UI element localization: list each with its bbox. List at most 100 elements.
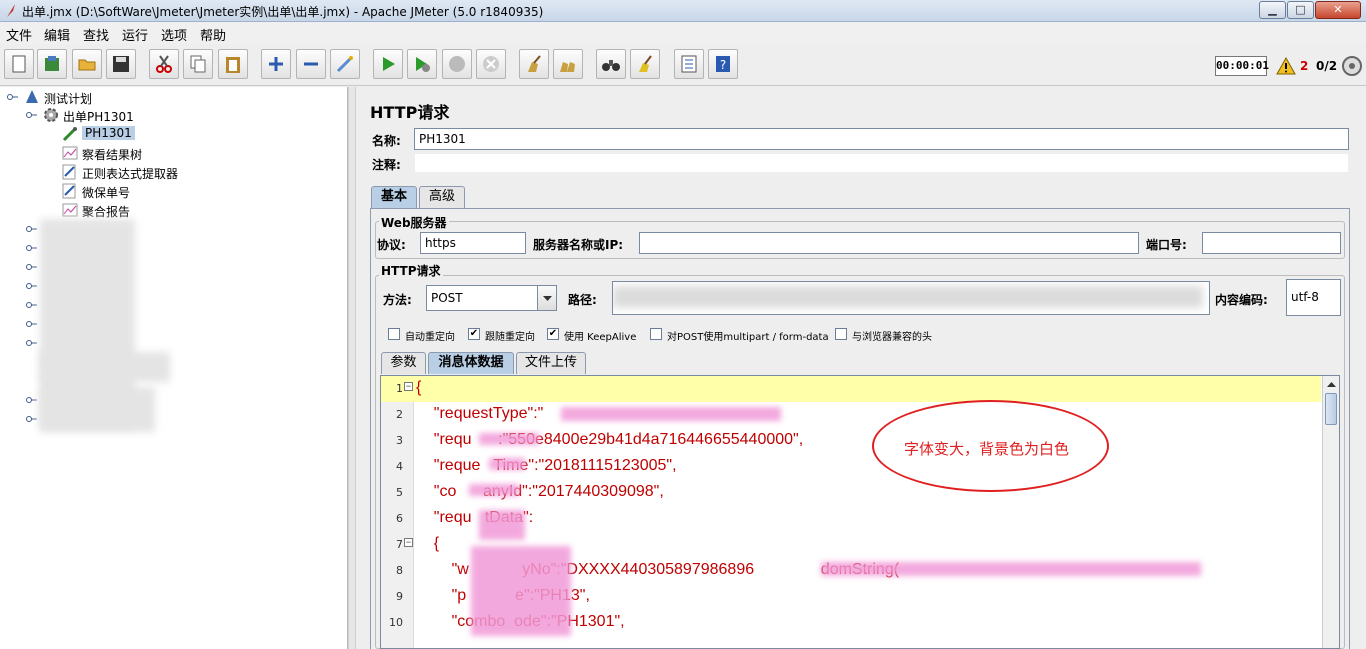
templates-button[interactable] — [37, 49, 67, 79]
vertical-scrollbar[interactable] — [1322, 376, 1340, 648]
tree-expand-icon[interactable] — [25, 221, 41, 237]
checkbox-box[interactable] — [835, 328, 847, 340]
shutdown-button[interactable] — [476, 49, 506, 79]
start-no-pause-button[interactable] — [407, 49, 437, 79]
new-button[interactable] — [4, 49, 34, 79]
copy-button[interactable] — [183, 49, 213, 79]
menu-edit[interactable]: 编辑 — [44, 25, 70, 44]
clear-button[interactable] — [519, 49, 549, 79]
encoding-input[interactable]: utf-8 — [1286, 279, 1341, 316]
run-status-icon — [1342, 56, 1362, 76]
function-helper-button[interactable] — [674, 49, 704, 79]
templates-icon — [45, 56, 59, 71]
tree-expand-icon[interactable] — [25, 335, 41, 351]
tab-advanced[interactable]: 高级 — [419, 186, 465, 208]
body-data-editor[interactable]: 1−{2 "requestType":" 3 "requ :"550e8400e2… — [380, 375, 1340, 649]
tree-expand-icon[interactable] — [25, 392, 41, 408]
fold-toggle-icon[interactable]: − — [404, 382, 413, 391]
tree-expand-icon[interactable] — [25, 240, 41, 256]
minimize-button[interactable]: ▁ — [1259, 1, 1286, 19]
line-number: 10 — [389, 616, 403, 629]
tree-node-regex-extractor[interactable]: 正则表达式提取器 — [62, 163, 262, 181]
protocol-input[interactable]: https — [420, 232, 526, 254]
code-text: { — [416, 535, 440, 552]
stop-button[interactable] — [442, 49, 472, 79]
method-select[interactable]: POST — [426, 285, 557, 311]
chevron-down-icon[interactable] — [537, 286, 556, 310]
scroll-thumb[interactable] — [1325, 393, 1337, 425]
clear-broom-icon — [528, 55, 541, 72]
code-line[interactable]: 5 "co anyId":"2017440309098", — [381, 480, 1321, 506]
tree-node-test-plan[interactable]: 测试计划 — [6, 88, 206, 106]
clear-all-button[interactable] — [553, 49, 583, 79]
tree-node-thread-group[interactable]: 出单PH1301 — [25, 106, 225, 124]
tree-node-policy-number[interactable]: 微保单号 — [62, 182, 262, 200]
start-button[interactable] — [373, 49, 403, 79]
menu-search[interactable]: 查找 — [83, 25, 109, 44]
menu-options[interactable]: 选项 — [161, 25, 187, 44]
comment-input[interactable] — [414, 153, 1349, 173]
fold-toggle-icon[interactable]: − — [404, 538, 413, 547]
menu-file[interactable]: 文件 — [6, 25, 32, 44]
plus-icon — [269, 57, 283, 71]
line-number: 5 — [396, 486, 403, 499]
checkbox-box[interactable] — [650, 328, 662, 340]
checkmark-icon[interactable]: ✔ — [547, 328, 559, 340]
page-title: HTTP请求 — [370, 103, 450, 122]
binoculars-icon — [602, 60, 620, 71]
close-button[interactable]: ✕ — [1315, 1, 1361, 19]
tree-expand-icon[interactable] — [25, 411, 41, 427]
scroll-up-icon[interactable] — [1323, 376, 1340, 393]
tree-expand-icon[interactable] — [25, 316, 41, 332]
paste-button[interactable] — [218, 49, 248, 79]
new-file-icon — [12, 55, 26, 73]
tree-expand-icon[interactable] — [25, 278, 41, 294]
save-button[interactable] — [106, 49, 136, 79]
expand-all-button[interactable] — [261, 49, 291, 79]
tree-node-http-request[interactable]: PH1301 — [62, 125, 262, 143]
cut-button[interactable] — [149, 49, 179, 79]
menu-run[interactable]: 运行 — [122, 25, 148, 44]
maximize-button[interactable]: □ — [1287, 1, 1314, 19]
web-server-title: Web服务器 — [379, 214, 449, 231]
server-input[interactable] — [639, 232, 1139, 254]
line-number: 2 — [396, 408, 403, 421]
title-bar: 出单.jmx (D:\SoftWare\Jmeter\Jmeter实例\出单\出… — [0, 0, 1366, 22]
gear-icon — [44, 108, 58, 122]
line-number: 6 — [396, 512, 403, 525]
tree-node-results-tree[interactable]: 察看结果树 — [62, 144, 262, 162]
copy-icon — [190, 55, 206, 73]
name-label: 名称: — [372, 134, 401, 148]
tab-file-upload[interactable]: 文件上传 — [516, 352, 586, 374]
port-input[interactable] — [1202, 232, 1341, 254]
code-text: "co anyId":"2017440309098", — [416, 483, 664, 500]
line-number: 1 — [396, 382, 403, 395]
search-button[interactable] — [596, 49, 626, 79]
redaction-smudge — [469, 484, 519, 496]
warning-icon[interactable] — [1276, 57, 1296, 75]
tree-expand-icon[interactable] — [25, 259, 41, 275]
name-input[interactable]: PH1301 — [414, 128, 1349, 150]
help-button[interactable]: ? — [708, 49, 738, 79]
tree-expand-icon[interactable] — [25, 107, 41, 123]
panel-splitter[interactable] — [348, 87, 356, 649]
tab-body-data[interactable]: 消息体数据 — [428, 352, 514, 374]
toggle-button[interactable] — [330, 49, 360, 79]
code-line[interactable]: 2 "requestType":" — [381, 402, 1321, 428]
open-button[interactable] — [72, 49, 102, 79]
tree-expand-icon[interactable] — [6, 89, 22, 105]
line-number: 4 — [396, 460, 403, 473]
tab-basic[interactable]: 基本 — [371, 186, 417, 208]
checkbox-box[interactable] — [388, 328, 400, 340]
tree-node-aggregate-report[interactable]: 聚合报告 — [62, 201, 262, 219]
reset-search-button[interactable] — [630, 49, 660, 79]
menu-help[interactable]: 帮助 — [200, 25, 226, 44]
redaction-smudge — [489, 458, 525, 470]
annotation-text: 字体变大，背景色为白色 — [904, 440, 1070, 458]
path-input[interactable] — [612, 281, 1210, 315]
code-line[interactable]: 1−{ — [381, 376, 1321, 402]
checkmark-icon[interactable]: ✔ — [468, 328, 480, 340]
tree-expand-icon[interactable] — [25, 297, 41, 313]
tab-parameters[interactable]: 参数 — [381, 352, 426, 374]
collapse-all-button[interactable] — [296, 49, 326, 79]
